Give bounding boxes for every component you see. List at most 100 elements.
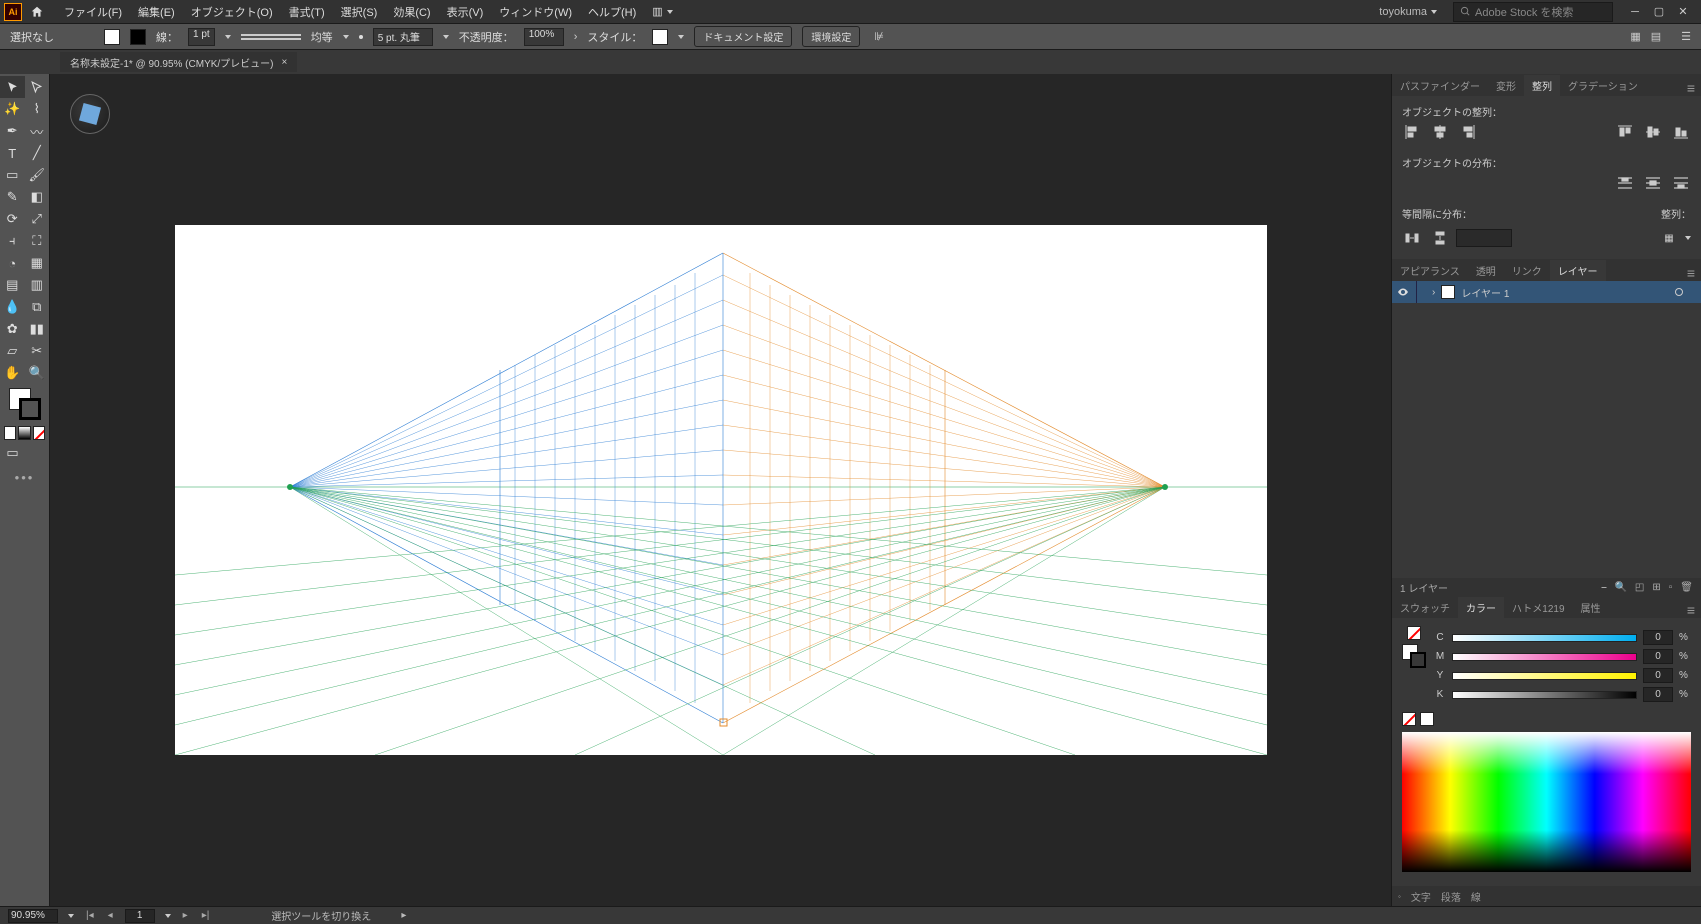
y-value[interactable]: 0	[1643, 668, 1673, 683]
tab-transform[interactable]: 変形	[1488, 75, 1524, 96]
line-tool[interactable]: ╱	[25, 142, 50, 164]
scale-tool[interactable]: ⤢	[25, 208, 50, 230]
rectangle-tool[interactable]: ▭	[0, 164, 25, 186]
align-to-selection[interactable]: ▦	[1659, 229, 1679, 247]
brush-dropdown[interactable]	[443, 35, 449, 39]
align-left[interactable]	[1402, 123, 1422, 141]
c-slider[interactable]	[1452, 634, 1637, 642]
stroke-style-dropdown[interactable]	[343, 35, 349, 39]
screen-mode-tool[interactable]: ▭	[0, 442, 25, 464]
spectrum-white[interactable]	[1420, 712, 1434, 726]
lasso-tool[interactable]: ⌇	[25, 98, 50, 120]
search-layer-icon[interactable]: 🔍	[1614, 582, 1626, 593]
menu-effect[interactable]: 効果(C)	[385, 0, 438, 24]
canvas[interactable]	[50, 74, 1391, 906]
menu-object[interactable]: オブジェクト(O)	[183, 0, 281, 24]
color-spectrum[interactable]	[1402, 732, 1691, 872]
distribute-top[interactable]	[1615, 174, 1635, 192]
paintbrush-tool[interactable]: 🖌	[25, 164, 50, 186]
symbol-sprayer-tool[interactable]: ✿	[0, 318, 25, 340]
menu-help[interactable]: ヘルプ(H)	[580, 0, 644, 24]
stroke-swatch[interactable]	[130, 29, 146, 45]
menu-type[interactable]: 書式(T)	[281, 0, 333, 24]
stroke-profile[interactable]	[241, 34, 301, 40]
layers-panel-menu[interactable]: ≡	[1681, 265, 1701, 281]
arrange-icon-1[interactable]: ▦	[1630, 30, 1640, 43]
align-panel-menu[interactable]: ≡	[1681, 80, 1701, 96]
brush-input[interactable]: 5 pt. 丸筆	[373, 28, 433, 46]
arrange-icon-3[interactable]: ☰	[1681, 30, 1691, 43]
document-tab[interactable]: 名称未設定-1* @ 90.95% (CMYK/プレビュー) ×	[60, 52, 297, 72]
perspective-widget[interactable]	[70, 94, 110, 134]
distribute-spacing-input[interactable]	[1456, 229, 1512, 247]
make-clipping-mask-icon[interactable]: ◰	[1635, 582, 1644, 593]
gradient-tool[interactable]: ▥	[25, 274, 50, 296]
tab-character[interactable]: 文字	[1411, 889, 1431, 904]
menu-view[interactable]: 表示(V)	[439, 0, 492, 24]
tab-align[interactable]: 整列	[1524, 75, 1560, 96]
stock-search[interactable]: Adobe Stock を検索	[1453, 2, 1613, 22]
user-menu[interactable]: toyokuma	[1371, 6, 1445, 18]
first-artboard[interactable]: |◂	[84, 910, 96, 921]
last-artboard[interactable]: ▸|	[200, 910, 212, 921]
spectrum-none[interactable]	[1402, 712, 1416, 726]
next-artboard[interactable]: ▸	[181, 910, 190, 921]
curvature-tool[interactable]: 〰	[25, 120, 50, 142]
close-tab-icon[interactable]: ×	[282, 57, 288, 68]
menu-select[interactable]: 選択(S)	[333, 0, 386, 24]
menu-file[interactable]: ファイル(F)	[56, 0, 130, 24]
none-color-icon[interactable]	[1407, 626, 1421, 640]
delete-layer-icon[interactable]: 🗑	[1680, 582, 1693, 593]
menu-edit[interactable]: 編集(E)	[130, 0, 183, 24]
align-bottom[interactable]	[1671, 123, 1691, 141]
locate-layer-icon[interactable]: ⎯	[1601, 582, 1606, 593]
m-value[interactable]: 0	[1643, 649, 1673, 664]
mesh-tool[interactable]: ▤	[0, 274, 25, 296]
new-sublayer-icon[interactable]: ⊞	[1652, 582, 1660, 593]
layer-target-icon[interactable]	[1675, 288, 1683, 296]
tab-gradient[interactable]: グラデーション	[1560, 75, 1646, 96]
m-slider[interactable]	[1452, 653, 1637, 661]
menu-window[interactable]: ウィンドウ(W)	[491, 0, 580, 24]
fill-swatch[interactable]	[104, 29, 120, 45]
document-setup-button[interactable]: ドキュメント設定	[694, 26, 792, 47]
align-vcenter[interactable]	[1643, 123, 1663, 141]
selection-tool[interactable]	[0, 76, 25, 98]
column-graph-tool[interactable]: ▮▮	[25, 318, 50, 340]
opacity-arrow[interactable]: ›	[574, 31, 578, 43]
y-slider[interactable]	[1452, 672, 1637, 680]
tab-swatches[interactable]: スウォッチ	[1392, 597, 1458, 618]
home-icon[interactable]	[28, 3, 46, 21]
distribute-vspace[interactable]	[1430, 229, 1450, 247]
eraser-tool[interactable]: ◧	[25, 186, 50, 208]
shaper-tool[interactable]: ✎	[0, 186, 25, 208]
direct-selection-tool[interactable]	[25, 76, 50, 98]
color-mode-gradient[interactable]	[18, 426, 30, 440]
perspective-grid-tool[interactable]: ▦	[25, 252, 50, 274]
status-expand[interactable]: ▸	[401, 910, 406, 921]
tab-attributes[interactable]: 属性	[1573, 597, 1609, 618]
minimize-button[interactable]: ─	[1629, 6, 1641, 18]
pen-tool[interactable]: ✒	[0, 120, 25, 142]
shape-builder-tool[interactable]: ◔	[0, 252, 25, 274]
artboard-dropdown[interactable]	[165, 914, 171, 918]
stroke-weight-input[interactable]: 1 pt	[188, 28, 215, 46]
layer-row[interactable]: › レイヤー 1	[1392, 281, 1701, 303]
zoom-tool[interactable]: 🔍	[25, 362, 50, 384]
artboard-tool[interactable]: ▱	[0, 340, 25, 362]
artboard[interactable]	[175, 225, 1267, 755]
color-panel-menu[interactable]: ≡	[1681, 602, 1701, 618]
stroke-color-swatch[interactable]	[19, 398, 41, 420]
color-mode-solid[interactable]	[4, 426, 16, 440]
k-slider[interactable]	[1452, 691, 1637, 699]
maximize-button[interactable]: ▢	[1653, 6, 1665, 18]
align-top[interactable]	[1615, 123, 1635, 141]
k-value[interactable]: 0	[1643, 687, 1673, 702]
blend-tool[interactable]: ⧉	[25, 296, 50, 318]
slice-tool[interactable]: ✂	[25, 340, 50, 362]
tab-hatome[interactable]: ハトメ1219	[1504, 597, 1573, 618]
tab-appearance[interactable]: アピアランス	[1392, 260, 1468, 281]
distribute-bottom[interactable]	[1671, 174, 1691, 192]
tab-layers[interactable]: レイヤー	[1550, 260, 1606, 281]
align-to-icon[interactable]: ⊯	[874, 30, 884, 43]
